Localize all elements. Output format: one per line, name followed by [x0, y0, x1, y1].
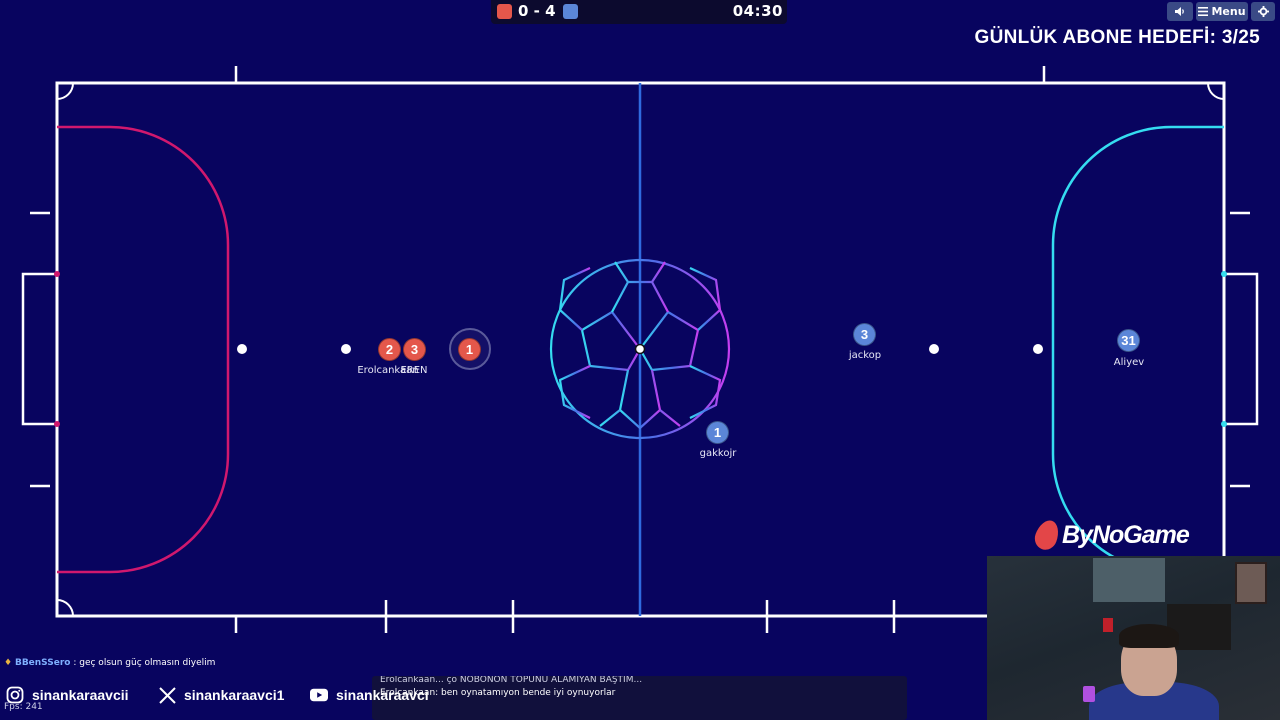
- red-score: 0: [518, 2, 529, 20]
- red-player-1-number: 1: [465, 342, 474, 357]
- social-x: sinankaraavci1: [158, 686, 284, 704]
- red-player-2-number: 2: [385, 342, 394, 357]
- menu-label: Menu: [1211, 5, 1246, 18]
- red-player-3-name: EREN: [400, 365, 428, 376]
- goal-post-right-bottom: [1221, 421, 1227, 427]
- penalty-area-left: [57, 125, 230, 574]
- blue-player-1[interactable]: 1: [706, 421, 729, 444]
- game-stage: 0 - 4 04:30 Menu GÜNLÜK ABONE HEDEFİ: 3/…: [0, 0, 1280, 720]
- streamer-webcam: [987, 556, 1280, 720]
- blue-player-31[interactable]: 31: [1117, 329, 1140, 352]
- red-player-1[interactable]: 1: [458, 338, 481, 361]
- webcam-microphone: [1083, 686, 1095, 702]
- corner-arc-tr: [1207, 82, 1225, 100]
- red-player-3-number: 3: [410, 342, 419, 357]
- fps-counter: Fps: 241: [4, 702, 43, 712]
- x-handle: sinankaraavci1: [184, 687, 285, 703]
- game-chat-box[interactable]: Erolcankaan... çö NOBONON TOPUNU ALAMIYA…: [372, 676, 907, 720]
- webcam-figurine: [1103, 618, 1113, 632]
- youtube-icon: [310, 686, 328, 704]
- chat-message: ♦ BBenSSero : geç olsun güç olmasın diye…: [4, 658, 215, 668]
- sponsor-logo: ByNoGame: [1031, 517, 1190, 553]
- youtube-handle: sinankaraavci: [336, 687, 429, 703]
- goal-post-left-top: [54, 271, 60, 277]
- blue-score: 4: [545, 2, 556, 20]
- red-team-indicator: [497, 4, 512, 19]
- blue-player-1-name: gakkojr: [699, 448, 737, 459]
- webcam-streamer-hair: [1119, 624, 1179, 648]
- scoreboard: 0 - 4 04:30: [491, 0, 787, 24]
- settings-button[interactable]: [1251, 2, 1275, 21]
- corner-arc-tl: [56, 82, 74, 100]
- red-player-3[interactable]: 3: [403, 338, 426, 361]
- spot-right-penalty: [1033, 344, 1043, 354]
- webcam-shelf: [1093, 558, 1165, 602]
- ball: [634, 343, 646, 355]
- sound-button[interactable]: [1167, 2, 1193, 21]
- gear-icon: [1257, 6, 1269, 17]
- goal-post-left-bottom: [54, 421, 60, 427]
- instagram-handle: sinankaraavcii: [32, 687, 129, 703]
- blue-player-3-number: 3: [860, 327, 869, 342]
- blue-player-3-name: jackop: [848, 350, 882, 361]
- blue-team-indicator: [563, 4, 578, 19]
- chat-badge-icon: ♦: [4, 658, 13, 668]
- chat-username: BBenSSero: [14, 658, 71, 668]
- webcam-poster: [1235, 562, 1267, 604]
- speaker-icon: [1175, 7, 1184, 16]
- penalty-area-right: [1051, 125, 1224, 574]
- red-player-2[interactable]: 2: [378, 338, 401, 361]
- score-separator: -: [533, 2, 540, 20]
- sponsor-name: ByNoGame: [1062, 520, 1190, 549]
- corner-arc-bl: [56, 599, 74, 617]
- goal-left: [21, 272, 57, 426]
- match-timer: 04:30: [732, 2, 783, 20]
- x-icon: [158, 686, 176, 704]
- blue-player-3[interactable]: 3: [853, 323, 876, 346]
- blue-player-31-name: Aliyev: [1113, 357, 1145, 368]
- goal-right: [1224, 272, 1259, 426]
- spot-left-penalty: [237, 344, 247, 354]
- spot-right-second: [929, 344, 939, 354]
- blue-player-31-number: 31: [1121, 333, 1136, 348]
- spot-left-second: [341, 344, 351, 354]
- chat-text: : geç olsun güç olmasın diyelim: [73, 658, 216, 668]
- blue-player-1-number: 1: [713, 425, 722, 440]
- score-text: 0 - 4: [518, 2, 556, 20]
- goal-post-right-top: [1221, 271, 1227, 277]
- hamburger-icon: [1198, 7, 1209, 16]
- social-youtube: sinankaraavci: [310, 686, 429, 704]
- subscriber-goal-banner: GÜNLÜK ABONE HEDEFİ: 3/25: [974, 27, 1260, 48]
- menu-button[interactable]: Menu: [1196, 2, 1248, 21]
- bynogame-logo-icon: [1031, 517, 1063, 553]
- game-chat-line-1: Erolcankaan... çö NOBONON TOPUNU ALAMIYA…: [380, 676, 643, 684]
